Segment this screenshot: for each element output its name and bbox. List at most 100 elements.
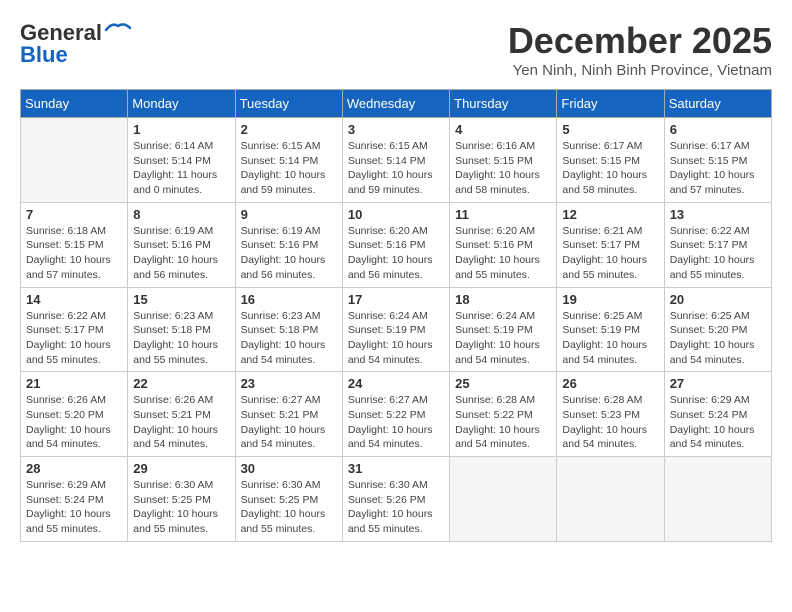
day-info: Sunrise: 6:27 AMSunset: 5:22 PMDaylight:… — [348, 393, 444, 452]
calendar-cell — [450, 457, 557, 542]
day-info: Sunrise: 6:25 AMSunset: 5:19 PMDaylight:… — [562, 309, 658, 368]
calendar-week-4: 21 Sunrise: 6:26 AMSunset: 5:20 PMDayligh… — [21, 372, 772, 457]
calendar-cell: 11Sunrise: 6:20 AMSunset: 5:16 PMDayligh… — [450, 202, 557, 287]
day-number: 10 — [348, 207, 444, 222]
day-info: Sunrise: 6:24 AMSunset: 5:19 PMDaylight:… — [348, 309, 444, 368]
day-info: Sunrise: 6:23 AMSunset: 5:18 PMDaylight:… — [241, 309, 337, 368]
day-info: Sunrise: 6:22 AMSunset: 5:17 PMDaylight:… — [670, 224, 766, 283]
calendar-cell: 7 Sunrise: 6:18 AMSunset: 5:15 PMDaylight… — [21, 202, 128, 287]
page-header: General Blue December 2025 Yen Ninh, Nin… — [20, 20, 772, 79]
day-number: 15 — [133, 292, 229, 307]
calendar-week-3: 14 Sunrise: 6:22 AMSunset: 5:17 PMDayligh… — [21, 287, 772, 372]
calendar-cell: 28Sunrise: 6:29 AMSunset: 5:24 PMDayligh… — [21, 457, 128, 542]
logo-blue: Blue — [20, 42, 68, 68]
weekday-header-monday: Monday — [128, 90, 235, 118]
day-info: Sunrise: 6:28 AMSunset: 5:22 PMDaylight:… — [455, 393, 551, 452]
weekday-header-saturday: Saturday — [664, 90, 771, 118]
day-number: 7 — [26, 207, 122, 222]
calendar-cell: 15 Sunrise: 6:23 AMSunset: 5:18 PMDayligh… — [128, 287, 235, 372]
day-info: Sunrise: 6:27 AMSunset: 5:21 PMDaylight:… — [241, 393, 337, 452]
day-info: Sunrise: 6:15 AMSunset: 5:14 PMDaylight:… — [241, 139, 337, 198]
calendar-cell — [557, 457, 664, 542]
calendar-cell: 13 Sunrise: 6:22 AMSunset: 5:17 PMDayligh… — [664, 202, 771, 287]
calendar-cell: 29 Sunrise: 6:30 AMSunset: 5:25 PMDayligh… — [128, 457, 235, 542]
day-info: Sunrise: 6:26 AMSunset: 5:20 PMDaylight:… — [26, 393, 122, 452]
day-info: Sunrise: 6:17 AMSunset: 5:15 PMDaylight:… — [670, 139, 766, 198]
calendar-cell: 8 Sunrise: 6:19 AMSunset: 5:16 PMDaylight… — [128, 202, 235, 287]
day-info: Sunrise: 6:16 AMSunset: 5:15 PMDaylight:… — [455, 139, 551, 198]
calendar-cell: 3 Sunrise: 6:15 AMSunset: 5:14 PMDaylight… — [342, 118, 449, 203]
day-number: 6 — [670, 122, 766, 137]
day-number: 25 — [455, 376, 551, 391]
day-info: Sunrise: 6:26 AMSunset: 5:21 PMDaylight:… — [133, 393, 229, 452]
day-info: Sunrise: 6:20 AMSunset: 5:16 PMDaylight:… — [348, 224, 444, 283]
day-number: 9 — [241, 207, 337, 222]
calendar-cell: 25 Sunrise: 6:28 AMSunset: 5:22 PMDayligh… — [450, 372, 557, 457]
day-number: 4 — [455, 122, 551, 137]
calendar-cell: 14 Sunrise: 6:22 AMSunset: 5:17 PMDayligh… — [21, 287, 128, 372]
day-number: 14 — [26, 292, 122, 307]
weekday-header-tuesday: Tuesday — [235, 90, 342, 118]
day-number: 31 — [348, 461, 444, 476]
day-number: 19 — [562, 292, 658, 307]
calendar-cell: 31Sunrise: 6:30 AMSunset: 5:26 PMDayligh… — [342, 457, 449, 542]
day-number: 18 — [455, 292, 551, 307]
day-number: 3 — [348, 122, 444, 137]
day-number: 21 — [26, 376, 122, 391]
day-info: Sunrise: 6:14 AMSunset: 5:14 PMDaylight:… — [133, 139, 229, 198]
calendar-cell: 18 Sunrise: 6:24 AMSunset: 5:19 PMDayligh… — [450, 287, 557, 372]
day-number: 8 — [133, 207, 229, 222]
calendar-cell: 9Sunrise: 6:19 AMSunset: 5:16 PMDaylight… — [235, 202, 342, 287]
calendar-week-5: 28Sunrise: 6:29 AMSunset: 5:24 PMDayligh… — [21, 457, 772, 542]
calendar-cell: 4 Sunrise: 6:16 AMSunset: 5:15 PMDaylight… — [450, 118, 557, 203]
calendar-table: SundayMondayTuesdayWednesdayThursdayFrid… — [20, 89, 772, 542]
calendar-cell: 17 Sunrise: 6:24 AMSunset: 5:19 PMDayligh… — [342, 287, 449, 372]
weekday-header-row: SundayMondayTuesdayWednesdayThursdayFrid… — [21, 90, 772, 118]
calendar-cell: 30Sunrise: 6:30 AMSunset: 5:25 PMDayligh… — [235, 457, 342, 542]
logo-bird-icon — [104, 20, 132, 38]
calendar-cell: 12Sunrise: 6:21 AMSunset: 5:17 PMDayligh… — [557, 202, 664, 287]
day-number: 13 — [670, 207, 766, 222]
day-info: Sunrise: 6:18 AMSunset: 5:15 PMDaylight:… — [26, 224, 122, 283]
location: Yen Ninh, Ninh Binh Province, Vietnam — [508, 62, 772, 79]
day-info: Sunrise: 6:29 AMSunset: 5:24 PMDaylight:… — [670, 393, 766, 452]
calendar-cell: 10 Sunrise: 6:20 AMSunset: 5:16 PMDayligh… — [342, 202, 449, 287]
calendar-cell: 5Sunrise: 6:17 AMSunset: 5:15 PMDaylight… — [557, 118, 664, 203]
calendar-cell: 20 Sunrise: 6:25 AMSunset: 5:20 PMDayligh… — [664, 287, 771, 372]
day-info: Sunrise: 6:30 AMSunset: 5:25 PMDaylight:… — [133, 478, 229, 537]
title-area: December 2025 Yen Ninh, Ninh Binh Provin… — [508, 20, 772, 79]
calendar-cell: 1 Sunrise: 6:14 AMSunset: 5:14 PMDaylight… — [128, 118, 235, 203]
calendar-cell: 26Sunrise: 6:28 AMSunset: 5:23 PMDayligh… — [557, 372, 664, 457]
day-info: Sunrise: 6:24 AMSunset: 5:19 PMDaylight:… — [455, 309, 551, 368]
day-info: Sunrise: 6:15 AMSunset: 5:14 PMDaylight:… — [348, 139, 444, 198]
calendar-cell: 23 Sunrise: 6:27 AMSunset: 5:21 PMDayligh… — [235, 372, 342, 457]
day-number: 17 — [348, 292, 444, 307]
day-info: Sunrise: 6:23 AMSunset: 5:18 PMDaylight:… — [133, 309, 229, 368]
day-number: 28 — [26, 461, 122, 476]
day-number: 27 — [670, 376, 766, 391]
day-number: 22 — [133, 376, 229, 391]
day-info: Sunrise: 6:28 AMSunset: 5:23 PMDaylight:… — [562, 393, 658, 452]
day-number: 23 — [241, 376, 337, 391]
day-info: Sunrise: 6:19 AMSunset: 5:16 PMDaylight:… — [133, 224, 229, 283]
calendar-cell: 24Sunrise: 6:27 AMSunset: 5:22 PMDayligh… — [342, 372, 449, 457]
calendar-cell — [21, 118, 128, 203]
day-number: 12 — [562, 207, 658, 222]
calendar-week-2: 7 Sunrise: 6:18 AMSunset: 5:15 PMDaylight… — [21, 202, 772, 287]
weekday-header-thursday: Thursday — [450, 90, 557, 118]
calendar-cell: 16Sunrise: 6:23 AMSunset: 5:18 PMDayligh… — [235, 287, 342, 372]
day-number: 20 — [670, 292, 766, 307]
calendar-cell: 21 Sunrise: 6:26 AMSunset: 5:20 PMDayligh… — [21, 372, 128, 457]
day-number: 29 — [133, 461, 229, 476]
calendar-cell: 19 Sunrise: 6:25 AMSunset: 5:19 PMDayligh… — [557, 287, 664, 372]
logo: General Blue — [20, 20, 132, 68]
month-title: December 2025 — [508, 20, 772, 62]
weekday-header-sunday: Sunday — [21, 90, 128, 118]
day-info: Sunrise: 6:30 AMSunset: 5:25 PMDaylight:… — [241, 478, 337, 537]
day-info: Sunrise: 6:22 AMSunset: 5:17 PMDaylight:… — [26, 309, 122, 368]
calendar-week-1: 1 Sunrise: 6:14 AMSunset: 5:14 PMDaylight… — [21, 118, 772, 203]
day-number: 11 — [455, 207, 551, 222]
day-number: 1 — [133, 122, 229, 137]
day-info: Sunrise: 6:25 AMSunset: 5:20 PMDaylight:… — [670, 309, 766, 368]
calendar-cell: 2Sunrise: 6:15 AMSunset: 5:14 PMDaylight… — [235, 118, 342, 203]
